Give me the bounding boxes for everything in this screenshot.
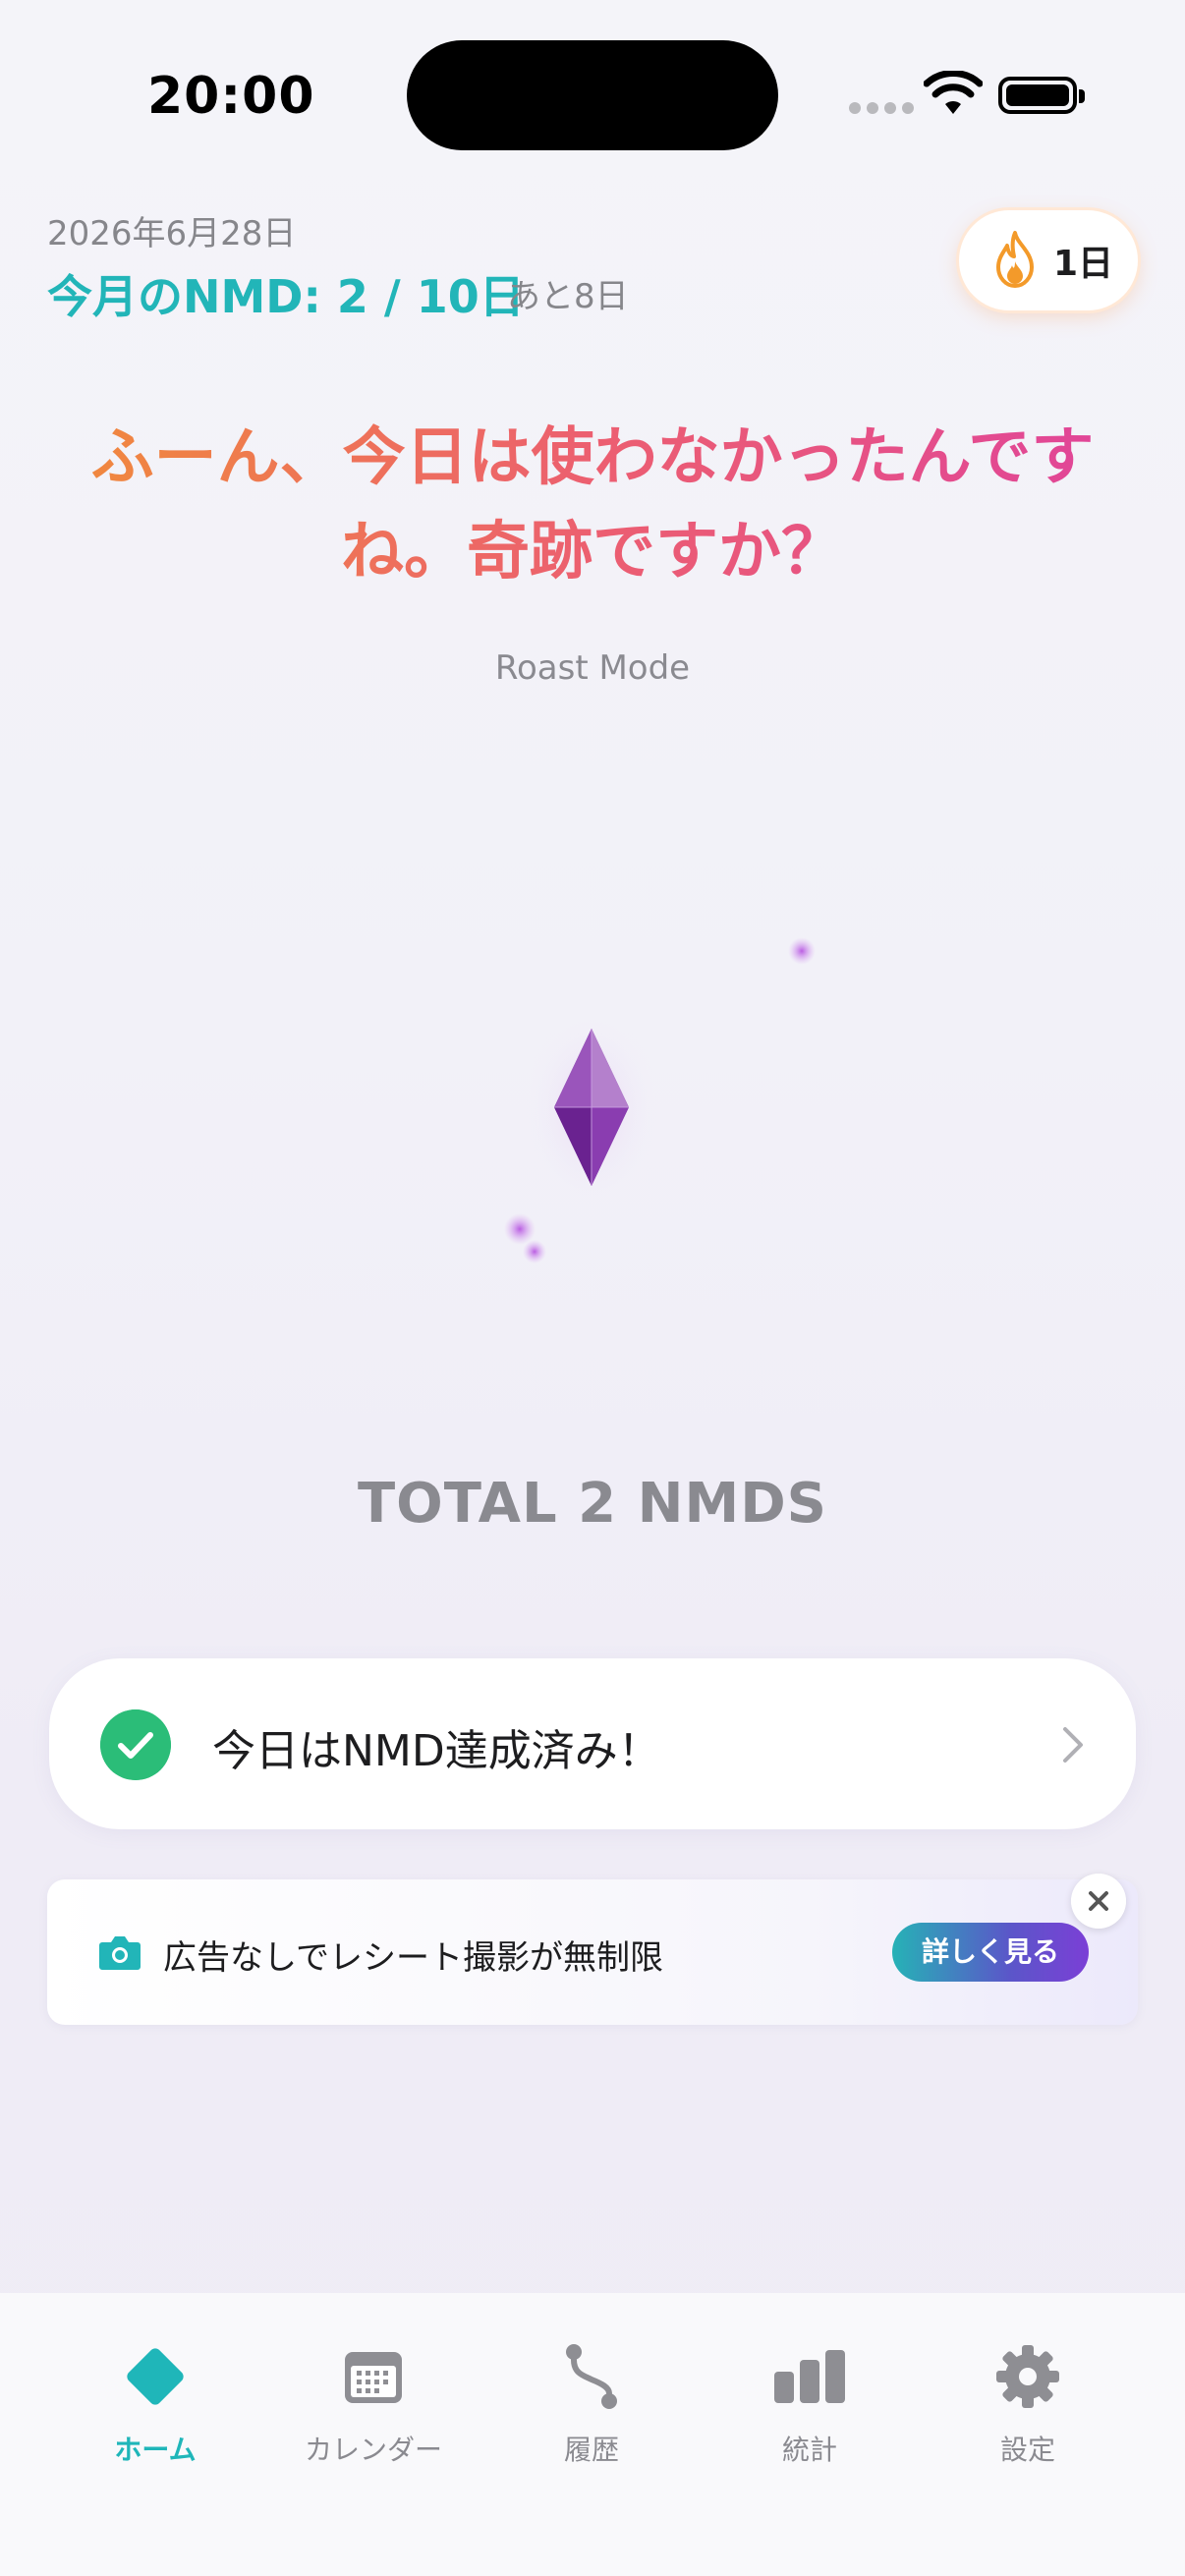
camera-icon xyxy=(99,1936,141,1970)
current-date: 2026年6月28日 xyxy=(47,214,297,253)
monthly-nmd-progress: 今月のNMD: 2 / 10日 xyxy=(47,270,525,323)
battery-icon xyxy=(998,77,1085,114)
tab-bar: ホーム カレンダー 履歴 統計 設定 xyxy=(0,2293,1185,2576)
sparkle-particle xyxy=(523,1240,546,1263)
route-icon xyxy=(566,2344,617,2409)
streak-count: 1日 xyxy=(1053,244,1114,284)
tab-label: 設定 xyxy=(999,2434,1055,2466)
nmd-achieved-text: 今日はNMD達成済み！ xyxy=(212,1726,661,1776)
ad-text: 広告なしでレシート撮影が無制限 xyxy=(163,1938,663,1978)
tab-home[interactable]: ホーム xyxy=(67,2332,244,2468)
sparkle-particle xyxy=(504,1213,536,1245)
learn-more-button[interactable]: 詳しく見る xyxy=(892,1923,1089,1982)
roast-message: ふーん、今日は使わなかったんですね。奇跡ですか？ xyxy=(59,411,1126,599)
check-circle-icon xyxy=(100,1709,171,1780)
bar-chart-icon xyxy=(774,2350,845,2403)
tab-label: ホーム xyxy=(114,2434,197,2466)
sparkle-particle xyxy=(788,937,816,965)
tab-history[interactable]: 履歴 xyxy=(503,2332,680,2468)
close-icon[interactable] xyxy=(1071,1874,1126,1929)
tab-label: カレンダー xyxy=(304,2434,442,2466)
diamond-icon xyxy=(127,2348,184,2405)
cellular-signal-icon xyxy=(849,102,914,114)
remaining-days: あと8日 xyxy=(507,277,629,316)
streak-badge[interactable]: 1日 xyxy=(959,210,1138,310)
dynamic-island xyxy=(407,40,778,150)
tab-calendar[interactable]: カレンダー xyxy=(285,2332,462,2468)
status-time: 20:00 xyxy=(147,67,315,126)
gear-icon xyxy=(996,2345,1059,2408)
tab-label: 統計 xyxy=(781,2434,837,2466)
tab-label: 履歴 xyxy=(563,2434,619,2466)
crystal-scene xyxy=(504,937,816,1263)
total-nmds: TOTAL 2 NMDS xyxy=(357,1472,828,1536)
ad-banner[interactable]: 広告なしでレシート撮影が無制限 詳しく見る xyxy=(47,1874,1138,2025)
mode-label: Roast Mode xyxy=(494,648,691,688)
flame-icon xyxy=(996,231,1034,288)
chevron-right-icon xyxy=(1063,1727,1083,1763)
tab-stats[interactable]: 統計 xyxy=(721,2332,898,2468)
calendar-icon xyxy=(345,2352,402,2403)
wifi-icon xyxy=(924,71,983,114)
nmd-achieved-card[interactable]: 今日はNMD達成済み！ xyxy=(49,1658,1136,1829)
tab-settings[interactable]: 設定 xyxy=(939,2332,1116,2468)
